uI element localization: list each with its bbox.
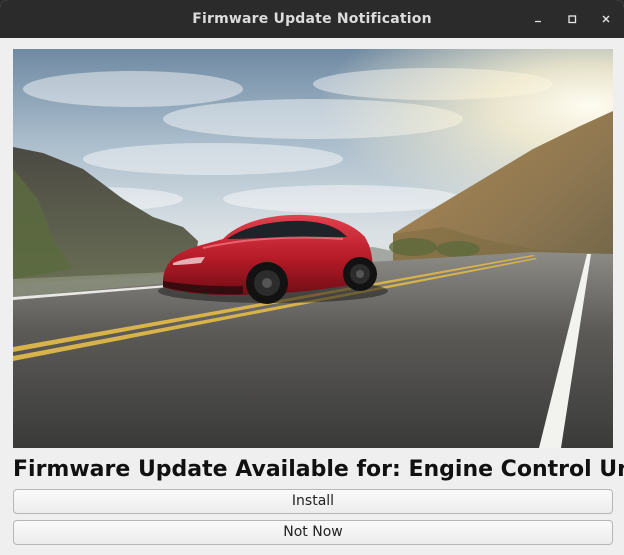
maximize-button[interactable] [561,8,583,30]
install-button[interactable]: Install [13,489,613,514]
close-icon [600,10,612,29]
not-now-button[interactable]: Not Now [13,520,613,545]
minimize-button[interactable] [527,8,549,30]
firmware-update-window: Firmware Update Notification Firmware Up… [0,0,624,555]
minimize-icon [532,10,544,29]
close-button[interactable] [595,8,617,30]
title-bar[interactable]: Firmware Update Notification [0,0,624,38]
car-photo [13,49,613,448]
update-headline: Firmware Update Available for: Engine Co… [13,457,624,482]
maximize-icon [566,10,578,29]
dialog-content: Firmware Update Available for: Engine Co… [0,38,624,555]
